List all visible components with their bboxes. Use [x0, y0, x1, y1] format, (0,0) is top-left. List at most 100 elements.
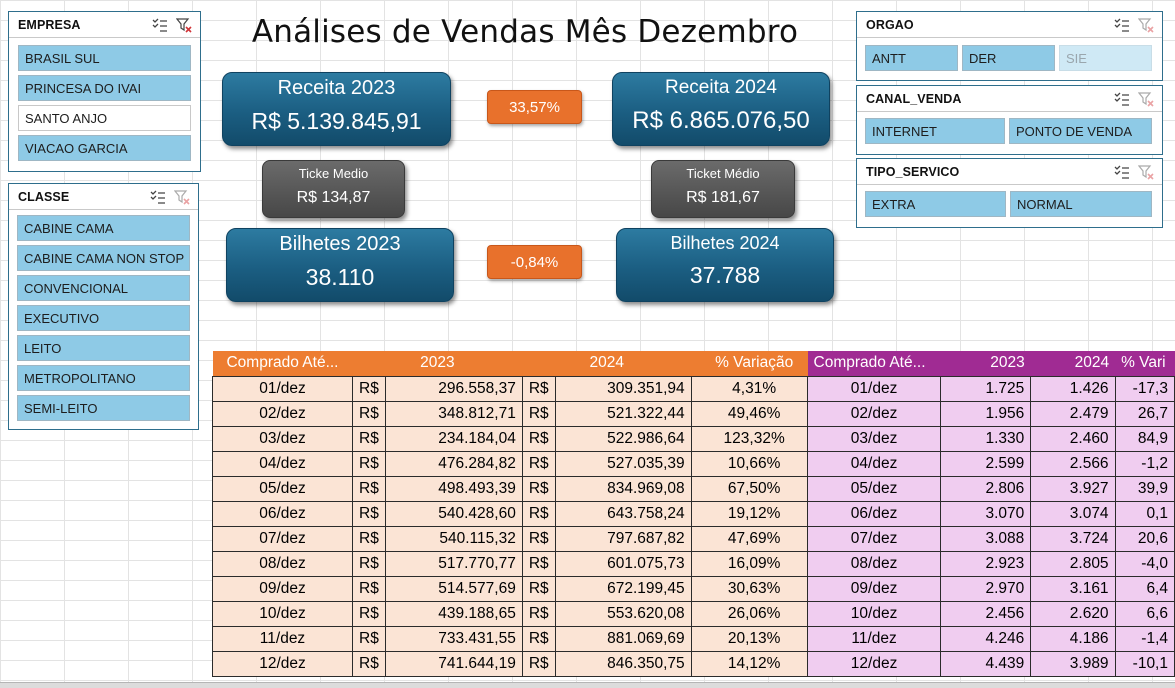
variation-cell[interactable]: 67,50% — [690, 475, 818, 502]
tickets-2024-cell[interactable]: 3.989 — [1030, 650, 1116, 677]
variation-cell[interactable]: 26,06% — [690, 600, 818, 627]
tickets-2024-cell[interactable]: 2.479 — [1030, 400, 1116, 427]
currency-cell[interactable]: R$ — [352, 425, 386, 452]
date-cell[interactable]: 11/dez — [212, 625, 353, 652]
value-2023-cell[interactable]: 348.812,71 — [384, 400, 523, 427]
slicer-item-executivo[interactable]: EXECUTIVO — [17, 305, 190, 331]
value-2023-cell[interactable]: 540.428,60 — [384, 500, 523, 527]
variation-cell[interactable]: -1,2 — [1114, 450, 1175, 477]
slicer-item-cabine-cama-non-stop[interactable]: CABINE CAMA NON STOP — [17, 245, 190, 271]
currency-cell[interactable]: R$ — [521, 550, 556, 577]
header-variacao[interactable]: % Variação — [691, 351, 818, 376]
date-cell[interactable]: 02/dez — [212, 400, 353, 427]
slicer-item-internet[interactable]: INTERNET — [865, 118, 1005, 144]
date-cell[interactable]: 02/dez — [806, 400, 942, 427]
multi-select-icon[interactable] — [1114, 91, 1130, 107]
variation-cell[interactable]: 10,66% — [690, 450, 818, 477]
currency-cell[interactable]: R$ — [352, 550, 386, 577]
tickets-2023-cell[interactable]: 3.088 — [940, 525, 1032, 552]
clear-filter-icon[interactable] — [1138, 91, 1154, 107]
clear-filter-icon[interactable] — [176, 17, 192, 33]
currency-cell[interactable]: R$ — [521, 500, 556, 527]
tickets-2023-cell[interactable]: 4.246 — [940, 625, 1032, 652]
date-cell[interactable]: 08/dez — [806, 550, 942, 577]
date-cell[interactable]: 04/dez — [212, 450, 353, 477]
tickets-2023-cell[interactable]: 1.725 — [940, 375, 1032, 402]
tickets-2024-cell[interactable]: 3.724 — [1030, 525, 1116, 552]
currency-cell[interactable]: R$ — [352, 600, 386, 627]
multi-select-icon[interactable] — [1114, 164, 1130, 180]
currency-cell[interactable]: R$ — [352, 400, 386, 427]
value-2023-cell[interactable]: 540.115,32 — [384, 525, 523, 552]
slicer-item-cabine-cama[interactable]: CABINE CAMA — [17, 215, 190, 241]
currency-cell[interactable]: R$ — [352, 500, 386, 527]
variation-cell[interactable]: -1,4 — [1114, 625, 1175, 652]
value-2024-cell[interactable]: 881.069,69 — [554, 625, 692, 652]
slicer-item-viacao-garcia[interactable]: VIACAO GARCIA — [18, 135, 191, 161]
header-2024[interactable]: 2024 — [1030, 351, 1116, 376]
tickets-2023-cell[interactable]: 2.806 — [940, 475, 1032, 502]
tickets-2023-cell[interactable]: 2.923 — [940, 550, 1032, 577]
variation-cell[interactable]: 6,6 — [1114, 600, 1175, 627]
value-2024-cell[interactable]: 672.199,45 — [554, 575, 692, 602]
currency-cell[interactable]: R$ — [352, 650, 386, 677]
tickets-2024-cell[interactable]: 2.566 — [1030, 450, 1116, 477]
value-2023-cell[interactable]: 517.770,77 — [384, 550, 523, 577]
header-2023[interactable]: 2023 — [352, 351, 523, 376]
multi-select-icon[interactable] — [1114, 17, 1130, 33]
variation-cell[interactable]: 84,9 — [1114, 425, 1175, 452]
slicer-item-metropolitano[interactable]: METROPOLITANO — [17, 365, 190, 391]
slicer-item-sie[interactable]: SIE — [1059, 45, 1152, 71]
tickets-2024-cell[interactable]: 2.460 — [1030, 425, 1116, 452]
value-2024-cell[interactable]: 846.350,75 — [554, 650, 692, 677]
currency-cell[interactable]: R$ — [352, 575, 386, 602]
date-cell[interactable]: 07/dez — [212, 525, 353, 552]
header-comprado-ate[interactable]: Comprado Até... — [807, 351, 941, 376]
clear-filter-icon[interactable] — [174, 189, 190, 205]
slicer-item-antt[interactable]: ANTT — [865, 45, 958, 71]
variation-cell[interactable]: 20,6 — [1114, 525, 1175, 552]
date-cell[interactable]: 09/dez — [212, 575, 353, 602]
date-cell[interactable]: 01/dez — [806, 375, 942, 402]
value-2023-cell[interactable]: 741.644,19 — [384, 650, 523, 677]
currency-cell[interactable]: R$ — [521, 375, 556, 402]
value-2023-cell[interactable]: 514.577,69 — [384, 575, 523, 602]
date-cell[interactable]: 12/dez — [212, 650, 353, 677]
value-2023-cell[interactable]: 476.284,82 — [384, 450, 523, 477]
currency-cell[interactable]: R$ — [352, 625, 386, 652]
date-cell[interactable]: 06/dez — [212, 500, 353, 527]
value-2024-cell[interactable]: 553.620,08 — [554, 600, 692, 627]
value-2024-cell[interactable]: 527.035,39 — [554, 450, 692, 477]
currency-cell[interactable]: R$ — [521, 425, 556, 452]
date-cell[interactable]: 10/dez — [212, 600, 353, 627]
date-cell[interactable]: 07/dez — [806, 525, 942, 552]
header-2023[interactable]: 2023 — [940, 351, 1031, 376]
multi-select-icon[interactable] — [152, 17, 168, 33]
currency-cell[interactable]: R$ — [521, 575, 556, 602]
slicer-item-semi-leito[interactable]: SEMI-LEITO — [17, 395, 190, 421]
value-2024-cell[interactable]: 309.351,94 — [554, 375, 692, 402]
horizontal-scrollbar[interactable] — [0, 682, 1175, 688]
tickets-2023-cell[interactable]: 2.599 — [940, 450, 1032, 477]
value-2024-cell[interactable]: 834.969,08 — [554, 475, 692, 502]
date-cell[interactable]: 10/dez — [806, 600, 942, 627]
slicer-item-convencional[interactable]: CONVENCIONAL — [17, 275, 190, 301]
variation-cell[interactable]: 20,13% — [690, 625, 818, 652]
value-2024-cell[interactable]: 521.322,44 — [554, 400, 692, 427]
date-cell[interactable]: 01/dez — [212, 375, 353, 402]
variation-cell[interactable]: 6,4 — [1114, 575, 1175, 602]
tickets-2024-cell[interactable]: 3.161 — [1030, 575, 1116, 602]
currency-cell[interactable]: R$ — [352, 525, 386, 552]
header-variacao[interactable]: % Vari — [1115, 351, 1175, 376]
variation-cell[interactable]: 47,69% — [690, 525, 818, 552]
tickets-2023-cell[interactable]: 4.439 — [940, 650, 1032, 677]
date-cell[interactable]: 11/dez — [806, 625, 942, 652]
clear-filter-icon[interactable] — [1138, 17, 1154, 33]
header-comprado-ate[interactable]: Comprado Até... — [212, 351, 353, 376]
tickets-2023-cell[interactable]: 1.330 — [940, 425, 1032, 452]
date-cell[interactable]: 04/dez — [806, 450, 942, 477]
value-2024-cell[interactable]: 522.986,64 — [554, 425, 692, 452]
date-cell[interactable]: 06/dez — [806, 500, 942, 527]
currency-cell[interactable]: R$ — [352, 475, 386, 502]
value-2023-cell[interactable]: 234.184,04 — [384, 425, 523, 452]
